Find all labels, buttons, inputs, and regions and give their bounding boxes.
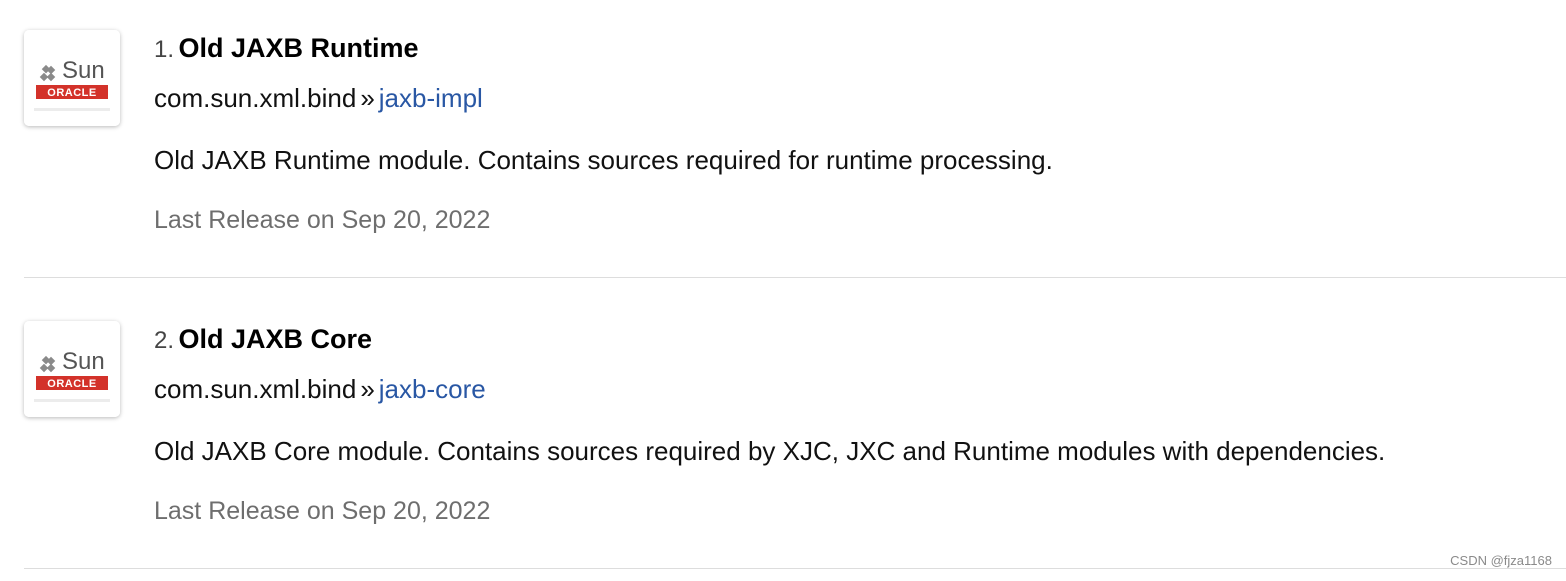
artifact-coordinates: com.sun.xml.bind» jaxb-impl [154,80,483,116]
artifact-link[interactable]: jaxb-core [379,374,486,404]
artifact-coordinates: com.sun.xml.bind» jaxb-core [154,371,486,407]
last-release-date: Last Release on Sep 20, 2022 [154,206,491,234]
result-rank: 2. [154,327,175,354]
logo-graphic: Sun ORACLE [24,30,120,126]
group-id: com.sun.xml.bind [154,374,357,404]
result-divider [24,568,1566,569]
logo-sub-text: ORACLE [47,87,96,99]
result-description: Old JAXB Runtime module. Contains source… [154,145,1053,175]
logo-graphic: Sun ORACLE [24,321,120,417]
sun-oracle-logo-icon[interactable]: Sun ORACLE [24,321,120,417]
group-id: com.sun.xml.bind [154,83,357,113]
result-divider [24,277,1566,278]
result-title-line: 1. Old JAXB Runtime [154,30,419,66]
logo-brand-text: Sun [62,57,105,84]
coordinate-separator: » [360,374,375,404]
result-title-line: 2. Old JAXB Core [154,321,372,357]
search-result-item: Sun ORACLE 2. Old JAXB Core com.sun.xml.… [0,291,1566,581]
logo-brand-text: Sun [62,348,105,375]
result-description: Old JAXB Core module. Contains sources r… [154,436,1386,466]
result-rank: 1. [154,36,175,63]
search-result-item: Sun ORACLE 1. Old JAXB Runtime com.sun.x… [0,0,1566,290]
artifact-link[interactable]: jaxb-impl [379,83,483,113]
sun-oracle-logo-icon[interactable]: Sun ORACLE [24,30,120,126]
result-title[interactable]: Old JAXB Core [178,324,372,354]
last-release-date: Last Release on Sep 20, 2022 [154,497,491,525]
result-title[interactable]: Old JAXB Runtime [178,33,418,63]
logo-sub-text: ORACLE [47,378,96,390]
coordinate-separator: » [360,83,375,113]
watermark: CSDN @fjza1168 [1450,553,1552,568]
